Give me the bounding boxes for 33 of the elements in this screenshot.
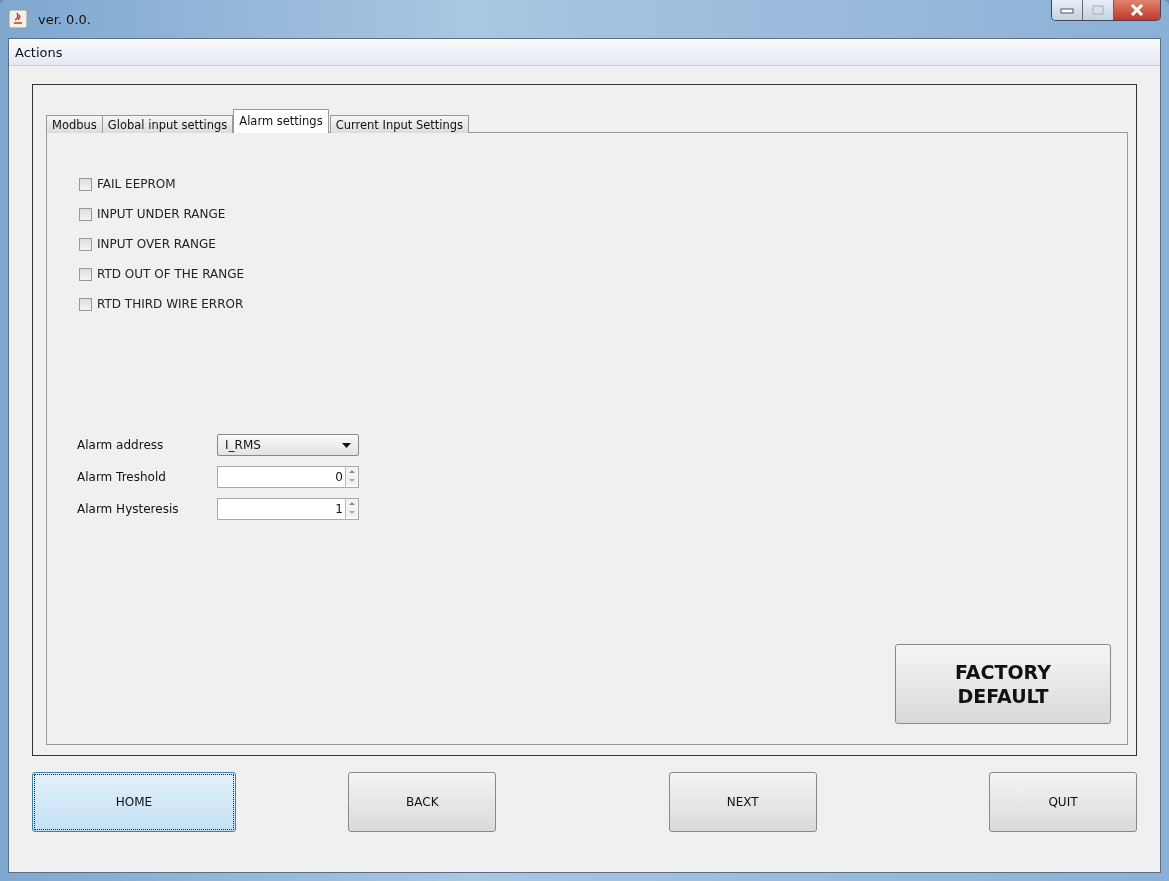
checkbox-label: FAIL EEPROM [97,177,176,191]
factory-default-button[interactable]: FACTORY DEFAULT [895,644,1111,724]
field-label: Alarm Hysteresis [77,502,180,516]
nav-button[interactable]: BACK [348,772,497,832]
dropdown[interactable]: I_RMS [217,434,359,456]
app-icon [8,9,28,29]
checkbox[interactable] [79,237,92,251]
tab[interactable]: Alarm settings [233,109,329,133]
nav-button[interactable]: NEXT [668,772,817,832]
checkbox[interactable] [79,267,92,281]
nav-button[interactable]: HOME [32,772,236,832]
tab[interactable]: Global input settings [101,115,234,133]
tab[interactable]: Modbus [46,115,103,133]
close-button[interactable] [1114,0,1160,20]
minimize-button[interactable] [1052,0,1083,20]
checkbox[interactable] [79,297,92,311]
window-title: ver. 0.0. [38,11,91,27]
checkbox-label: INPUT UNDER RANGE [97,207,226,221]
field-label: Alarm address [77,438,165,452]
field-label: Alarm Treshold [77,470,167,484]
minimize-icon [1060,6,1074,14]
checkbox[interactable] [79,207,92,221]
tab[interactable]: Current Input Settings [329,115,470,133]
checkbox-label: RTD THIRD WIRE ERROR [97,297,244,311]
maximize-button[interactable] [1083,0,1114,20]
maximize-icon [1092,5,1104,15]
checkbox-label: INPUT OVER RANGE [97,237,216,251]
close-icon [1130,4,1144,16]
nav-button[interactable]: QUIT [989,772,1137,832]
checkbox-label: RTD OUT OF THE RANGE [97,267,245,281]
menu-item[interactable]: Actions [12,42,66,62]
checkbox[interactable] [79,177,92,191]
caret-icon [342,442,351,448]
